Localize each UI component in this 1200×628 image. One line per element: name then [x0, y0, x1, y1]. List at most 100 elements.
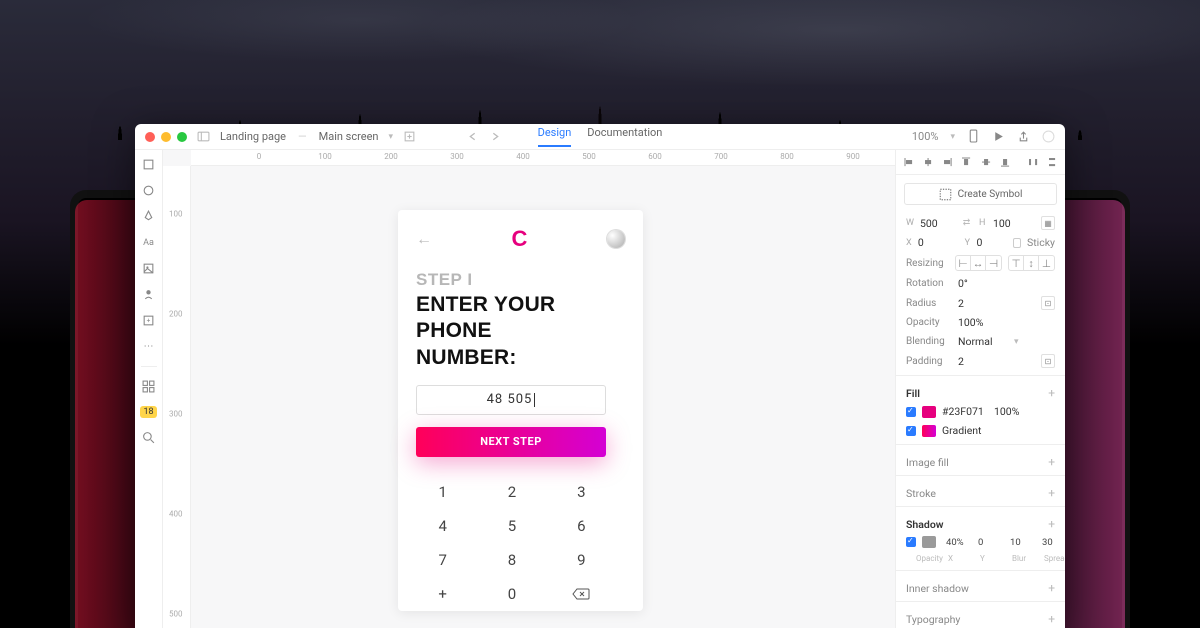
constrain-icon[interactable]: ▦: [1041, 216, 1055, 230]
keypad-2[interactable]: 2: [477, 475, 546, 509]
tab-documentation[interactable]: Documentation: [587, 126, 662, 147]
padding-field[interactable]: 2: [958, 355, 992, 368]
resize-v-segment[interactable]: ⊤↕⊥: [1008, 255, 1055, 271]
zoom-level[interactable]: 100%: [912, 130, 939, 143]
keypad-backspace[interactable]: [547, 577, 616, 611]
share-icon[interactable]: [1017, 130, 1030, 143]
shadow-enabled-checkbox[interactable]: [906, 537, 916, 547]
chevron-down-icon[interactable]: ▾: [950, 132, 955, 142]
keypad-7[interactable]: 7: [408, 543, 477, 577]
play-icon[interactable]: [992, 130, 1005, 143]
shadow-blur[interactable]: 30: [1042, 537, 1065, 548]
breadcrumb-root[interactable]: Landing page: [220, 130, 286, 143]
shadow-opacity[interactable]: 40%: [946, 537, 970, 548]
ruler-tick: 200: [169, 310, 183, 319]
canvas[interactable]: 0 100 200 300 400 500 600 700 800 900 10…: [163, 150, 895, 628]
chevron-down-icon[interactable]: ▾: [388, 132, 393, 142]
distribute-v-icon[interactable]: [1047, 156, 1057, 168]
add-shadow-icon[interactable]: +: [1048, 517, 1055, 531]
fill-swatch[interactable]: [922, 406, 936, 418]
padding-lock-icon[interactable]: ⊡: [1041, 354, 1055, 368]
rotation-field[interactable]: 0°: [958, 277, 992, 290]
ellipse-tool-icon[interactable]: [142, 184, 155, 197]
titlebar: Landing page — Main screen ▾ Design Docu…: [135, 124, 1065, 150]
y-label: Y: [965, 238, 971, 248]
fill-swatch[interactable]: [922, 425, 936, 437]
keypad-9[interactable]: 9: [547, 543, 616, 577]
frame-tool-icon[interactable]: +: [142, 314, 155, 327]
ruler-tick: 100: [318, 152, 332, 161]
rectangle-tool-icon[interactable]: [142, 158, 155, 171]
pen-tool-icon[interactable]: [142, 210, 155, 223]
sticky-checkbox[interactable]: [1013, 238, 1021, 248]
shadow-x[interactable]: 0: [978, 537, 1002, 548]
radius-lock-icon[interactable]: ⊡: [1041, 296, 1055, 310]
next-step-button[interactable]: NEXT STEP: [416, 427, 606, 457]
align-top-icon[interactable]: [961, 156, 971, 168]
add-page-icon[interactable]: [403, 130, 416, 143]
shadow-x-label: X: [948, 554, 972, 563]
shadow-opacity-label: Opacity: [916, 554, 940, 563]
blending-field[interactable]: Normal: [958, 335, 1008, 348]
keypad-6[interactable]: 6: [547, 509, 616, 543]
add-inner-shadow-icon[interactable]: +: [1048, 581, 1055, 595]
chevron-down-icon[interactable]: ▾: [1014, 337, 1019, 347]
add-image-fill-icon[interactable]: +: [1048, 455, 1055, 469]
keypad-5[interactable]: 5: [477, 509, 546, 543]
artboard-phone-step[interactable]: ← C STEP I ENTER YOUR PHONE NUMBER: 48 5…: [398, 210, 643, 611]
fill-opacity[interactable]: 100%: [994, 405, 1028, 418]
fill-enabled-checkbox[interactable]: [906, 407, 916, 417]
align-center-h-icon[interactable]: [923, 156, 933, 168]
add-typography-icon[interactable]: +: [1048, 612, 1055, 626]
keypad-plus[interactable]: +: [408, 577, 477, 611]
height-field[interactable]: 100: [993, 217, 1027, 230]
text-tool-icon[interactable]: Aa: [142, 236, 155, 249]
component-tool-icon[interactable]: [142, 288, 155, 301]
ruler-tick: 0: [257, 152, 262, 161]
redo-icon[interactable]: [489, 130, 502, 143]
fill-enabled-checkbox[interactable]: [906, 426, 916, 436]
shadow-y[interactable]: 10: [1010, 537, 1034, 548]
tab-design[interactable]: Design: [538, 126, 572, 147]
zoom-window-button[interactable]: [177, 132, 187, 142]
search-icon[interactable]: [142, 431, 155, 444]
align-right-icon[interactable]: [942, 156, 952, 168]
distribute-h-icon[interactable]: [1028, 156, 1038, 168]
fill-hex[interactable]: #23F071: [942, 405, 988, 418]
create-symbol-button[interactable]: Create Symbol: [904, 183, 1057, 205]
opacity-field[interactable]: 100%: [958, 316, 992, 329]
back-arrow-icon[interactable]: ←: [416, 229, 432, 249]
shadow-swatch[interactable]: [922, 536, 936, 548]
add-stroke-icon[interactable]: +: [1048, 486, 1055, 500]
keypad-1[interactable]: 1: [408, 475, 477, 509]
align-bottom-icon[interactable]: [1000, 156, 1010, 168]
resize-h-segment[interactable]: ⊢↔⊣: [955, 255, 1002, 271]
device-preview-icon[interactable]: [967, 130, 980, 143]
fill-gradient-label[interactable]: Gradient: [942, 424, 1002, 437]
add-fill-icon[interactable]: +: [1048, 386, 1055, 400]
align-left-icon[interactable]: [904, 156, 914, 168]
keypad-8[interactable]: 8: [477, 543, 546, 577]
radius-field[interactable]: 2: [958, 297, 992, 310]
image-tool-icon[interactable]: [142, 262, 155, 275]
keypad-3[interactable]: 3: [547, 475, 616, 509]
align-middle-icon[interactable]: [981, 156, 991, 168]
lock-aspect-icon[interactable]: ⇄: [960, 217, 973, 230]
keypad-4[interactable]: 4: [408, 509, 477, 543]
more-tools-icon[interactable]: ⋯: [142, 340, 155, 353]
x-field[interactable]: 0: [918, 236, 943, 249]
undo-icon[interactable]: [466, 130, 479, 143]
layers-badge[interactable]: 18: [140, 406, 156, 418]
help-icon[interactable]: [1042, 130, 1055, 143]
assets-icon[interactable]: [142, 380, 155, 393]
phone-input[interactable]: 48 505: [416, 385, 606, 415]
avatar[interactable]: [607, 230, 625, 248]
width-field[interactable]: 500: [920, 217, 954, 230]
minimize-window-button[interactable]: [161, 132, 171, 142]
sidebar-toggle-icon[interactable]: [197, 130, 210, 143]
keypad-0[interactable]: 0: [477, 577, 546, 611]
ruler-tick: 300: [169, 410, 183, 419]
breadcrumb-page[interactable]: Main screen: [319, 130, 379, 143]
close-window-button[interactable]: [145, 132, 155, 142]
y-field[interactable]: 0: [976, 236, 1001, 249]
